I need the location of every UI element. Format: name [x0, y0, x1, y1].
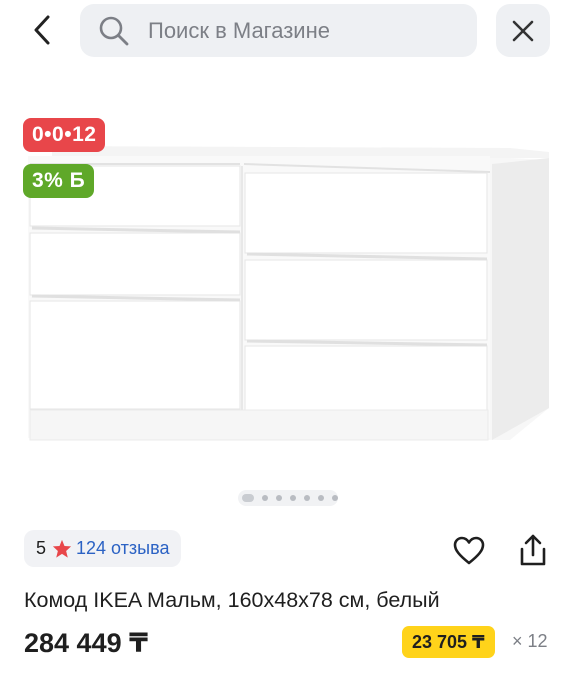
chevron-left-icon — [34, 15, 50, 45]
back-button[interactable] — [22, 10, 62, 50]
heart-icon — [453, 536, 485, 565]
pagination-dot[interactable] — [318, 495, 324, 501]
share-button[interactable] — [515, 532, 551, 568]
pagination-dot[interactable] — [276, 495, 282, 501]
close-button[interactable] — [496, 4, 550, 57]
gallery-pagination[interactable] — [238, 490, 338, 506]
product-gallery[interactable]: 0•0•12 3% Б — [0, 68, 575, 488]
rating-chip[interactable]: 5 124 отзыва — [24, 530, 182, 567]
pagination-dot[interactable] — [242, 494, 254, 502]
reviews-link[interactable]: 124 отзыва — [76, 538, 169, 559]
installment-multiplier: × 12 — [512, 631, 548, 651]
pagination-dot[interactable] — [304, 495, 310, 501]
search-bar[interactable] — [80, 4, 477, 57]
installment-badge: 0•0•12 — [23, 118, 106, 152]
pagination-dot[interactable] — [332, 495, 338, 501]
star-icon — [52, 539, 72, 558]
product-price: 284 449 ₸ — [24, 628, 148, 658]
search-input[interactable] — [148, 17, 448, 44]
product-title: Комод IKEA Мальм, 160x48x78 см, белый — [24, 588, 440, 612]
pagination-dot[interactable] — [262, 495, 268, 501]
favorite-button[interactable] — [451, 533, 487, 569]
bonus-badge: 3% Б — [23, 164, 95, 198]
close-icon — [512, 20, 534, 41]
share-icon — [520, 534, 546, 566]
top-bar — [0, 0, 575, 62]
monthly-payment[interactable]: 23 705 ₸ — [402, 626, 495, 658]
rating-score: 5 — [36, 538, 47, 558]
search-icon — [98, 14, 132, 48]
pagination-dot[interactable] — [290, 495, 296, 501]
